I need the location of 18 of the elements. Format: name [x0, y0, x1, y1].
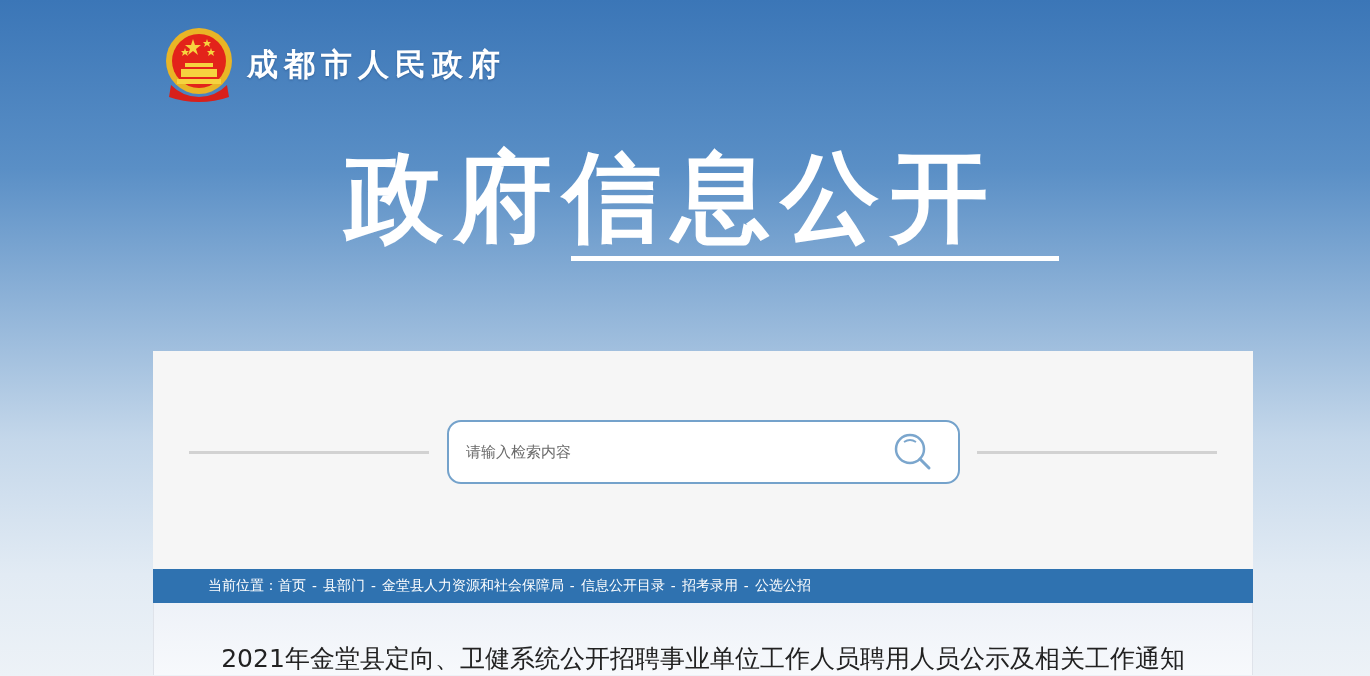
site-name: 成都市人民政府 — [247, 45, 506, 84]
search-field[interactable]: 请输入检索内容 — [447, 420, 960, 484]
breadcrumb-link[interactable]: 首页 — [278, 577, 306, 595]
breadcrumb-separator: - — [569, 578, 575, 594]
breadcrumb-separator: - — [370, 578, 376, 594]
breadcrumb-label: 当前位置： — [208, 577, 278, 595]
search-icon[interactable] — [894, 433, 932, 471]
breadcrumb-link[interactable]: 招考录用 — [681, 577, 738, 595]
breadcrumb-separator: - — [312, 578, 317, 594]
emblem-icon — [163, 27, 235, 102]
breadcrumb-link[interactable]: 金堂县人力资源和社会保障局 — [381, 577, 564, 595]
banner-title: 政府信息公开 — [345, 145, 999, 250]
article-title: 2021年金堂县定向、卫健系统公开招聘事业单位工作人员聘用人员公示及相关工作通知 — [221, 644, 1185, 674]
breadcrumb-separator: - — [670, 578, 676, 594]
breadcrumb-link[interactable]: 信息公开目录 — [580, 577, 665, 595]
breadcrumb-separator: - — [743, 578, 749, 594]
breadcrumb-link[interactable]: 县部门 — [322, 577, 365, 595]
breadcrumb-link[interactable]: 公选公招 — [754, 577, 811, 595]
